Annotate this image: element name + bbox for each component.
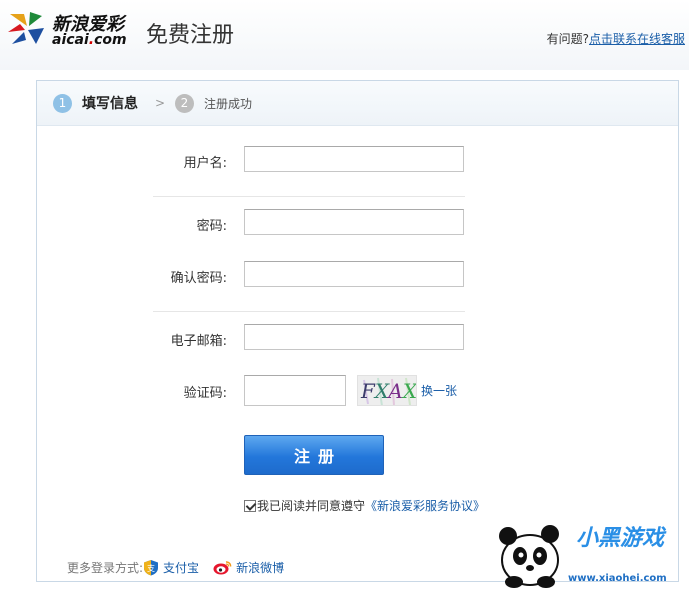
registration-panel: 1 填写信息 > 2 注册成功 用户名: 密码: 确认密码: 电子邮箱: 验证码… <box>36 80 679 582</box>
online-support-link[interactable]: 点击联系在线客服 <box>589 32 685 46</box>
captcha-label: 验证码: <box>183 386 227 401</box>
service-agreement-link[interactable]: 《新浪爱彩服务协议》 <box>365 497 485 514</box>
step-2-number: 2 <box>175 93 194 113</box>
step-1: 1 填写信息 <box>53 93 138 113</box>
header: 新浪爱彩 aicai.com 免费注册 有问题?点击联系在线客服 <box>0 0 689 70</box>
captcha-image[interactable]: FXAX <box>357 375 417 406</box>
password-label: 密码: <box>196 219 227 234</box>
confirm-password-label: 确认密码: <box>170 271 227 286</box>
watermark-text: 小黑游戏 <box>576 526 665 551</box>
alipay-icon[interactable]: 支 <box>143 559 159 576</box>
step-indicator: 1 填写信息 > 2 注册成功 <box>37 81 678 126</box>
refresh-captcha-link[interactable]: 换一张 <box>421 382 457 399</box>
weibo-icon[interactable] <box>213 560 232 575</box>
username-input[interactable] <box>244 146 464 172</box>
agreement-text: 我已阅读并同意遵守 <box>257 499 366 513</box>
email-input[interactable] <box>244 324 464 350</box>
divider <box>153 196 465 197</box>
captcha-input[interactable] <box>244 375 346 406</box>
logo-mark-icon <box>8 12 44 44</box>
email-label: 电子邮箱: <box>170 334 227 349</box>
step-1-number: 1 <box>53 93 72 113</box>
step-2-label: 注册成功 <box>204 96 253 111</box>
agree-checkbox[interactable] <box>244 499 256 512</box>
step-separator: > <box>155 96 166 110</box>
username-label: 用户名: <box>183 156 227 171</box>
page-title: 免费注册 <box>146 23 235 48</box>
agreement-row: 我已阅读并同意遵守 《新浪爱彩服务协议》 <box>244 497 485 514</box>
captcha-text: FXAX <box>361 379 417 403</box>
confirm-password-input[interactable] <box>244 261 464 287</box>
password-input[interactable] <box>244 209 464 235</box>
weibo-login-link[interactable]: 新浪微博 <box>236 559 284 576</box>
site-logo[interactable]: 新浪爱彩 aicai.com <box>6 8 136 50</box>
step-1-label: 填写信息 <box>82 96 138 112</box>
watermark-url: www.xiaohei.com <box>568 573 667 584</box>
register-button[interactable]: 注册 <box>244 435 384 475</box>
svg-text:支: 支 <box>147 563 155 573</box>
panda-mascot-icon <box>499 525 559 588</box>
alipay-login-link[interactable]: 支付宝 <box>163 559 199 576</box>
logo-english-text: aicai.com <box>52 32 127 48</box>
divider <box>153 311 465 312</box>
help-prefix: 有问题? <box>546 32 589 46</box>
more-login-label: 更多登录方式: <box>67 561 144 575</box>
step-2: 2 注册成功 <box>175 93 252 113</box>
watermark: 小黑游戏 www.xiaohei.com <box>492 518 689 590</box>
more-login-options: 更多登录方式: 支 支付宝 新浪微博 <box>67 559 298 576</box>
help-area: 有问题?点击联系在线客服 <box>547 30 685 47</box>
